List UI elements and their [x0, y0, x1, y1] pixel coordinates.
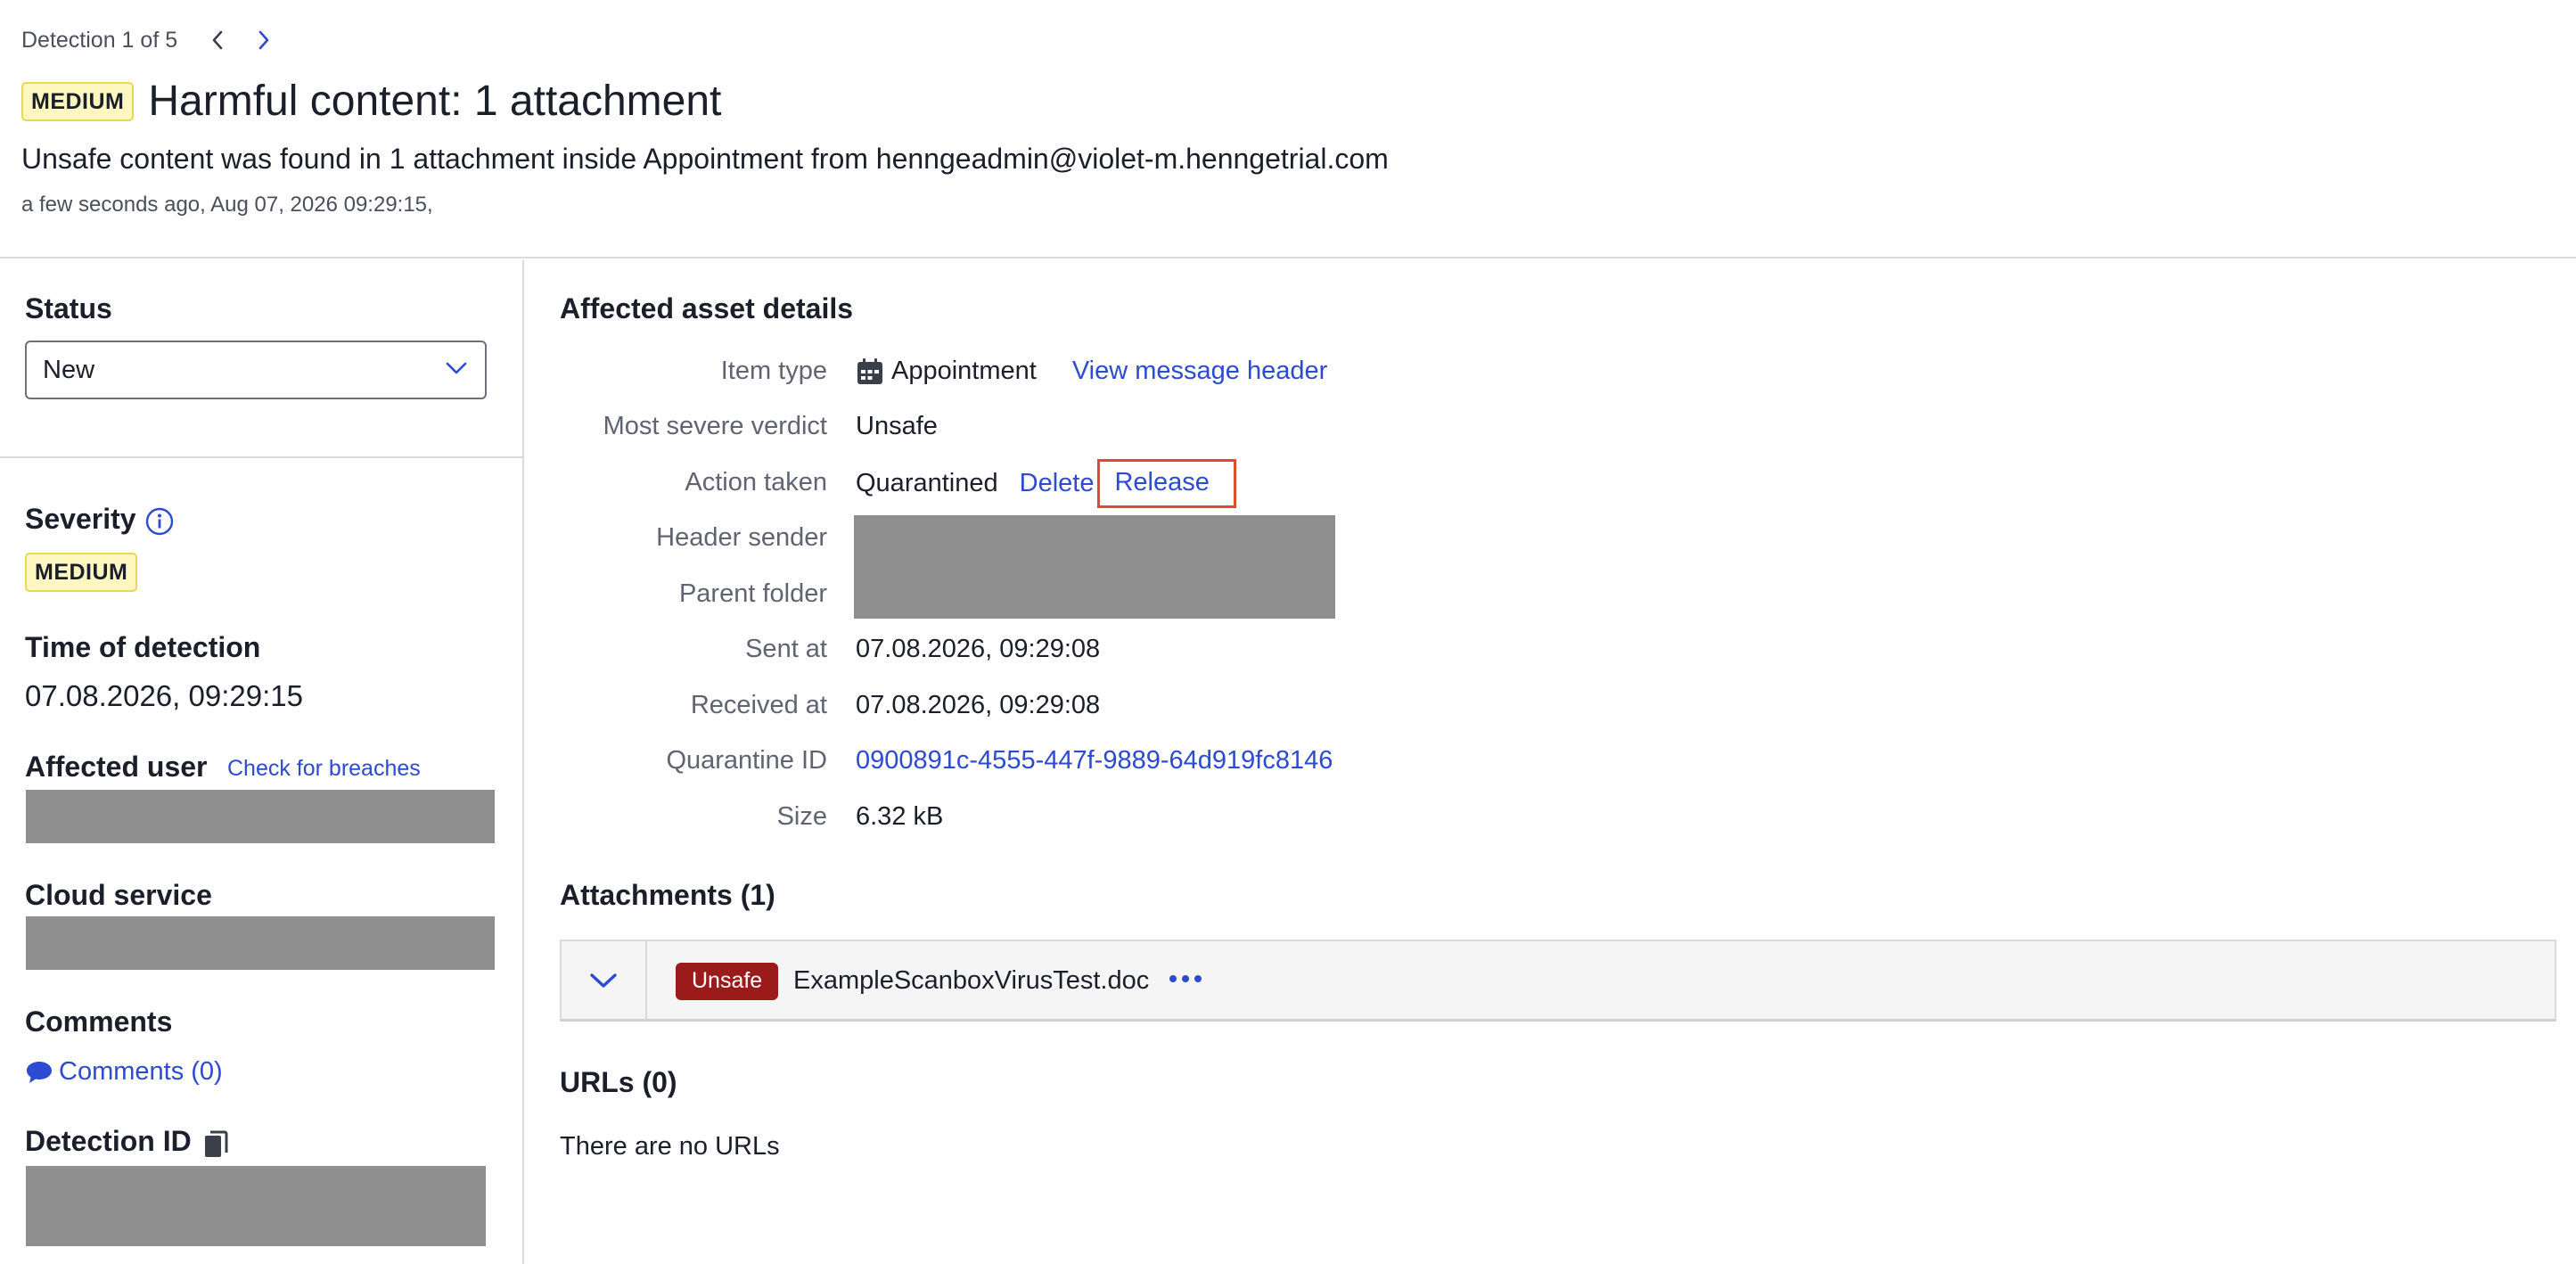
time-of-detection-value: 07.08.2026, 09:29:15: [25, 679, 303, 712]
more-icon[interactable]: [1169, 975, 1202, 982]
page-title: Harmful content: 1 attachment: [148, 78, 722, 125]
chevron-left-icon: [212, 30, 223, 50]
detection-timestamp: a few seconds ago, Aug 07, 2026 09:29:15…: [21, 193, 433, 217]
size-label: Size: [776, 802, 827, 831]
item-type-value-row: Appointment View message header: [856, 357, 1327, 386]
comments-title: Comments: [25, 1005, 173, 1038]
verdict-label: Most severe verdict: [603, 412, 827, 440]
attachment-row: Unsafe ExampleScanboxVirusTest.doc: [560, 940, 2556, 1022]
cloud-service-title: Cloud service: [25, 879, 212, 911]
release-link[interactable]: Release: [1114, 468, 1209, 497]
sent-at-label: Sent at: [745, 635, 827, 663]
action-value-row: Quarantined Delete Release: [856, 459, 1236, 508]
severity-value: MEDIUM: [25, 553, 138, 592]
status-value: New: [43, 355, 95, 384]
copy-icon[interactable]: [203, 1129, 228, 1160]
info-icon[interactable]: [145, 507, 174, 536]
chevron-right-icon: [258, 30, 269, 50]
unsafe-badge: Unsafe: [676, 963, 779, 1000]
status-select[interactable]: New: [25, 341, 487, 399]
severity-badge: MEDIUM: [21, 81, 135, 121]
item-type-label: Item type: [720, 357, 827, 385]
verdict-value: Unsafe: [856, 412, 938, 440]
detection-id-title: Detection ID: [25, 1125, 192, 1157]
size-value: 6.32 kB: [856, 802, 944, 831]
delete-link[interactable]: Delete: [1020, 469, 1095, 498]
detection-counter: Detection 1 of 5: [21, 27, 178, 53]
chevron-down-icon: [590, 973, 617, 988]
affected-user-title: Affected user: [25, 751, 208, 783]
sender-folder-redacted: [854, 515, 1335, 619]
comments-link-label: Comments (0): [59, 1057, 223, 1086]
header-sender-label: Header sender: [656, 523, 827, 552]
attachment-name: ExampleScanboxVirusTest.doc: [793, 966, 1150, 995]
previous-detection-button[interactable]: [206, 27, 229, 53]
urls-title: URLs (0): [560, 1066, 677, 1098]
expand-attachment-button[interactable]: [562, 941, 647, 1020]
detection-header: Detection 1 of 5 MEDIUM Harmful content:…: [0, 0, 2576, 259]
quarantine-id-label: Quarantine ID: [666, 746, 827, 775]
next-detection-button[interactable]: [252, 27, 275, 53]
parent-folder-label: Parent folder: [678, 579, 827, 608]
chevron-down-icon: [446, 362, 467, 374]
calendar-icon: [857, 357, 882, 384]
status-title: Status: [25, 292, 112, 324]
cloud-service-redacted: [26, 916, 495, 970]
attachments-title: Attachments (1): [560, 879, 775, 911]
received-at-value: 07.08.2026, 09:29:08: [856, 691, 1101, 719]
detection-summary: Unsafe content was found in 1 attachment…: [21, 143, 1389, 175]
detection-id-redacted: [26, 1166, 486, 1246]
comments-link[interactable]: Comments (0): [25, 1057, 223, 1087]
action-value: Quarantined: [856, 469, 998, 497]
check-breaches-link[interactable]: Check for breaches: [227, 756, 421, 782]
sidebar-divider: [0, 456, 522, 458]
no-urls-text: There are no URLs: [560, 1132, 780, 1161]
severity-badge-sidebar: MEDIUM: [25, 553, 138, 592]
sent-at-value: 07.08.2026, 09:29:08: [856, 635, 1101, 663]
release-highlight: Release: [1097, 459, 1236, 508]
sidebar: Status New Severity MEDIUM Time of detec…: [0, 260, 524, 1264]
affected-user-redacted: [26, 790, 495, 843]
asset-details-title: Affected asset details: [560, 292, 854, 324]
title-row: MEDIUM Harmful content: 1 attachment: [21, 77, 721, 126]
view-message-header-link[interactable]: View message header: [1072, 357, 1327, 386]
time-of-detection-title: Time of detection: [25, 631, 261, 663]
action-label: Action taken: [685, 468, 827, 497]
detection-pager: Detection 1 of 5: [21, 27, 275, 53]
item-type-value: Appointment: [891, 357, 1037, 385]
quarantine-id-link[interactable]: 0900891c-4555-447f-9889-64d919fc8146: [856, 746, 1333, 776]
severity-title: Severity: [25, 503, 136, 535]
received-at-label: Received at: [690, 691, 827, 719]
comment-icon: [27, 1061, 52, 1083]
